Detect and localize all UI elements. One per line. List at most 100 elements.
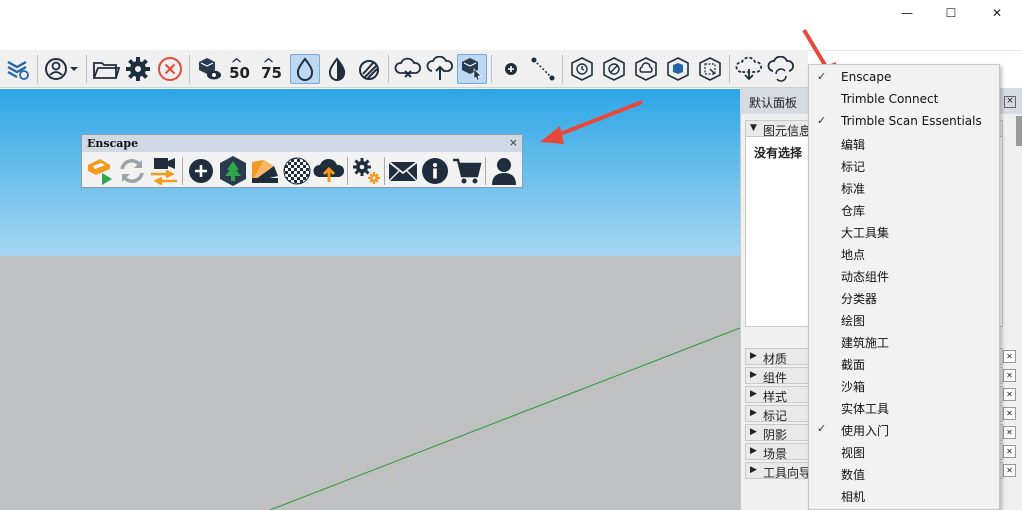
cube-pointer-icon [462, 57, 482, 80]
cloud-upload-icon [313, 158, 345, 182]
enscape-material-editor-button[interactable] [249, 155, 281, 187]
menu-item-label: 动态组件 [841, 270, 890, 284]
hexagon-cloud-icon [635, 56, 657, 81]
model-50-button[interactable]: 50 [226, 54, 256, 84]
menu-item-solid-tools[interactable]: 实体工具 [809, 397, 999, 419]
menu-item-enscape[interactable]: ✓ Enscape [809, 67, 999, 89]
menu-item-tags[interactable]: 标记 [809, 155, 999, 177]
menu-item-location[interactable]: 地点 [809, 243, 999, 265]
menu-item-classifier[interactable]: 分类器 [809, 287, 999, 309]
measure-line-button[interactable] [528, 54, 558, 84]
enscape-texture-button[interactable] [281, 155, 313, 187]
menu-item-label: 建筑施工 [841, 336, 890, 350]
menu-item-warehouse[interactable]: 仓库 [809, 199, 999, 221]
enscape-account-button[interactable] [488, 155, 520, 187]
default-tray-close-button[interactable]: × [1004, 96, 1016, 108]
default-tray-title: 默认面板 [749, 96, 798, 110]
drop-half-button[interactable] [322, 54, 352, 84]
enscape-sync-views-button[interactable] [148, 155, 180, 187]
enscape-add-button[interactable] [185, 155, 217, 187]
section-label: 组件 [763, 371, 788, 385]
select-hex-button[interactable] [695, 54, 725, 84]
menu-item-camera[interactable]: 相机 [809, 485, 999, 507]
cloud-cancel-button[interactable] [393, 54, 423, 84]
checkmark-icon: ✓ [817, 70, 827, 83]
panel-scrollbar[interactable] [1016, 116, 1022, 146]
enscape-floating-toolbar[interactable]: Enscape × [81, 134, 523, 188]
model-50-label: 50 [229, 63, 250, 82]
water-drop-outline-icon [296, 56, 314, 81]
envelope-icon [388, 161, 418, 182]
menu-item-construction[interactable]: 建筑施工 [809, 331, 999, 353]
section-label: 样式 [763, 390, 788, 404]
menu-item-trimble-scan-essentials[interactable]: ✓ Trimble Scan Essentials [809, 111, 999, 133]
trimble-scan-button[interactable] [3, 54, 33, 84]
enscape-toolbar-separator [485, 157, 486, 185]
model-select-button[interactable] [457, 53, 487, 84]
menu-item-views[interactable]: 视图 [809, 441, 999, 463]
menu-item-label: 沙箱 [841, 380, 866, 394]
enscape-store-button[interactable] [451, 155, 483, 187]
close-circle-icon [158, 56, 182, 81]
model-75-label: 75 [261, 63, 282, 82]
section-close-button[interactable]: ✕ [1003, 369, 1016, 382]
menu-item-dynamic-components[interactable]: 动态组件 [809, 265, 999, 287]
section-close-button[interactable]: ✕ [1003, 388, 1016, 401]
add-point-button[interactable] [496, 54, 526, 84]
enscape-start-button[interactable] [84, 155, 116, 187]
menu-item-trimble-connect[interactable]: Trimble Connect [809, 89, 999, 111]
history-button[interactable] [567, 54, 597, 84]
section-close-button[interactable]: ✕ [1003, 464, 1016, 477]
menu-item-large-tool-set[interactable]: 大工具集 [809, 221, 999, 243]
cloud-hex-button[interactable] [631, 54, 661, 84]
cloud-sync-button[interactable] [766, 54, 796, 84]
menu-item-label: 相机 [841, 490, 866, 504]
account-button[interactable] [42, 54, 82, 84]
menu-item-standard[interactable]: 标准 [809, 177, 999, 199]
cloud-settings-button[interactable] [734, 54, 764, 84]
close-icon: ✕ [991, 6, 1003, 20]
close-button[interactable]: ✕ [974, 0, 1020, 26]
cloud-upload-button[interactable] [425, 54, 455, 84]
menu-item-label: 数值 [841, 468, 866, 482]
disable-button[interactable] [599, 54, 629, 84]
menu-item-label: 大工具集 [841, 226, 890, 240]
cube-hex-button[interactable] [663, 54, 693, 84]
enscape-settings-button[interactable] [350, 155, 382, 187]
minimize-button[interactable]: — [884, 0, 930, 26]
settings-button[interactable] [123, 54, 153, 84]
menu-item-drawing[interactable]: 绘图 [809, 309, 999, 331]
menu-item-sandbox[interactable]: 沙箱 [809, 375, 999, 397]
section-close-button[interactable]: ✕ [1003, 350, 1016, 363]
menu-item-edit[interactable]: 编辑 [809, 133, 999, 155]
checker-sphere-icon [283, 157, 311, 185]
cancel-button[interactable] [155, 54, 185, 84]
toolbar-separator [37, 54, 38, 83]
model-75-button[interactable]: 75 [258, 54, 288, 84]
enscape-about-button[interactable] [419, 155, 451, 187]
enscape-toolbar-titlebar[interactable]: Enscape × [82, 135, 522, 152]
menu-item-label: Trimble Connect [841, 92, 939, 106]
drop-outline-button[interactable] [290, 53, 320, 84]
enscape-upload-button[interactable] [313, 155, 345, 187]
section-close-button[interactable]: ✕ [1003, 407, 1016, 420]
maximize-button[interactable]: ☐ [928, 0, 974, 26]
menu-item-section[interactable]: 截面 [809, 353, 999, 375]
section-close-button[interactable]: ✕ [1003, 445, 1016, 458]
menu-item-measurements[interactable]: 数值 [809, 463, 999, 485]
section-close-button[interactable]: ✕ [1003, 426, 1016, 439]
view-model-button[interactable] [194, 54, 224, 84]
toolbars-context-menu: ✓ Enscape Trimble Connect ✓ Trimble Scan E… [808, 64, 1000, 510]
menu-item-label: 编辑 [841, 138, 866, 152]
menu-item-getting-started[interactable]: ✓ 使用入门 [809, 419, 999, 441]
enscape-asset-library-button[interactable] [217, 155, 249, 187]
drop-striped-button[interactable] [354, 54, 384, 84]
toolbar-separator [562, 54, 563, 83]
section-label: 工具向导 [763, 466, 812, 480]
enscape-sync-button[interactable] [116, 155, 148, 187]
enscape-toolbar-close-button[interactable]: × [509, 136, 518, 149]
plus-circle-icon [189, 159, 213, 183]
enscape-feedback-button[interactable] [387, 155, 419, 187]
open-folder-button[interactable] [91, 54, 121, 84]
menu-item-label: 使用入门 [841, 424, 890, 438]
